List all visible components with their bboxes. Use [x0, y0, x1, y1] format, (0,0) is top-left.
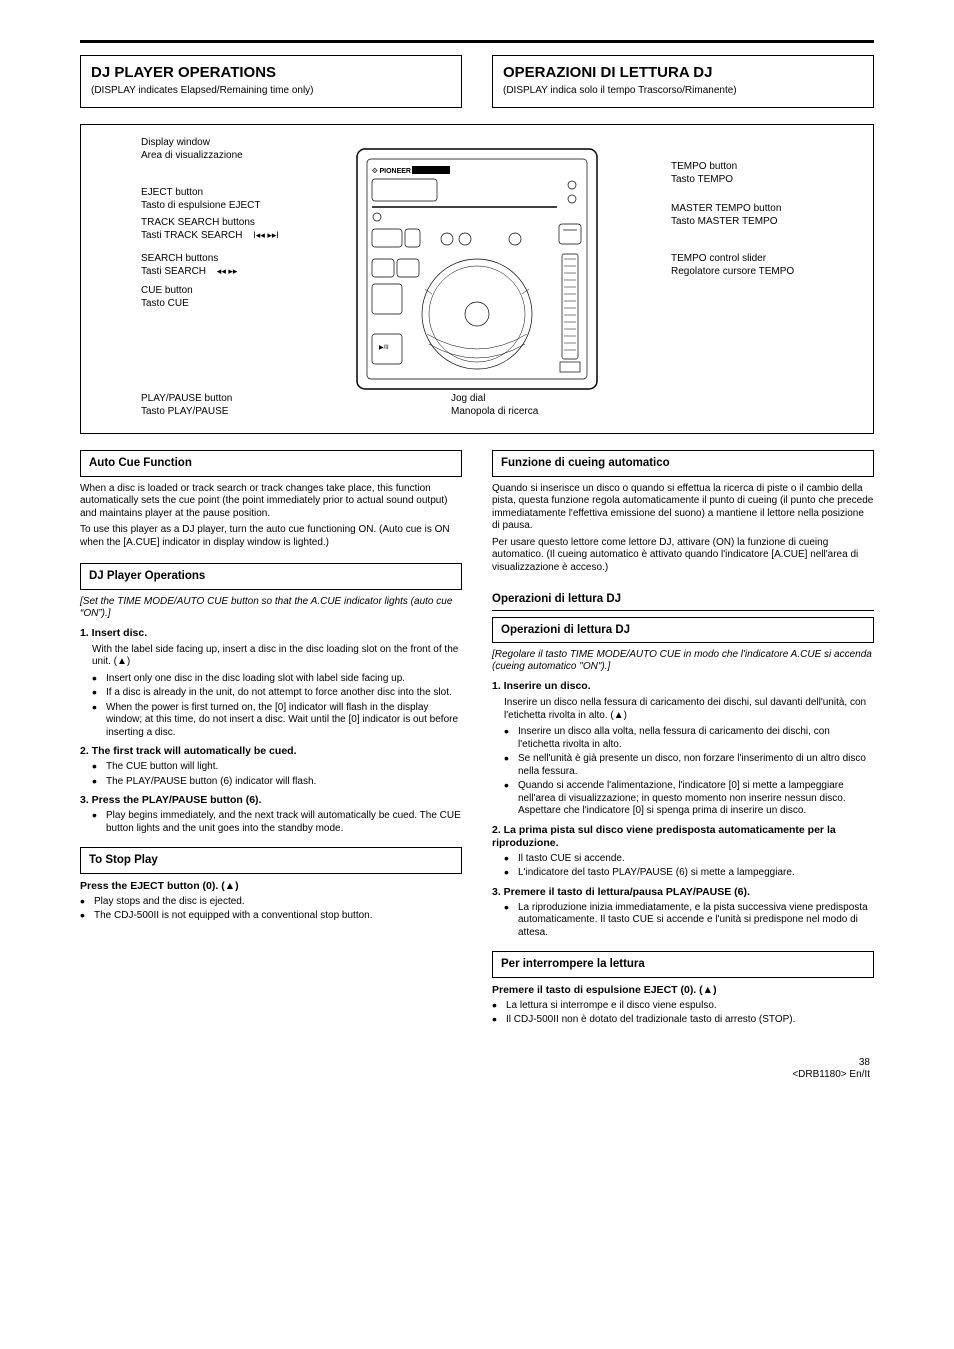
svg-text:▶/II: ▶/II — [379, 345, 389, 351]
list-item: La riproduzione inizia immediatamente, e… — [504, 902, 874, 940]
step-3-bullets-it: La riproduzione inizia immediatamente, e… — [504, 902, 874, 940]
stop-bullets-it: La lettura si interrompe e il disco vien… — [492, 1000, 874, 1027]
subhead-dj-ops: DJ Player Operations — [80, 563, 462, 589]
list-item: Se nell'unità è già presente un disco, n… — [504, 753, 874, 778]
label-playpause: PLAY/PAUSE button Tasto PLAY/PAUSE — [141, 393, 232, 418]
stop-step-it: Premere il tasto di espulsione EJECT (0)… — [492, 984, 874, 997]
label-search: SEARCH buttons Tasti SEARCH ◂◂ ▸▸ — [141, 253, 237, 278]
subhead-stop-it: Per interrompere la lettura — [492, 951, 874, 977]
list-item: The CUE button will light. — [92, 761, 462, 774]
list-item: The CDJ-500II is not equipped with a con… — [80, 910, 462, 923]
page-number: 38 — [859, 1057, 870, 1068]
step-1-it: 1. Inserire un disco. — [492, 680, 874, 693]
pre-dj-ops: [Set the TIME MODE/AUTO CUE button so th… — [80, 596, 462, 621]
para-auto-cue-2: To use this player as a DJ player, turn … — [80, 524, 462, 549]
para-auto-cue-it-2: Per usare questo lettore come lettore DJ… — [492, 537, 874, 575]
step-3-bullets: Play begins immediately, and the next tr… — [92, 810, 462, 835]
label-tempo-slider: TEMPO control slider Regolatore cursore … — [671, 253, 794, 278]
list-item: Il CDJ-500II non è dotato del tradiziona… — [492, 1014, 874, 1027]
stop-bullets: Play stops and the disc is ejected. The … — [80, 896, 462, 923]
subhead-dj-ops-it: Operazioni di lettura DJ — [492, 617, 874, 643]
subhead-auto-cue-it: Funzione di cueing automatico — [492, 450, 874, 476]
left-column: Auto Cue Function When a disc is loaded … — [80, 450, 462, 1029]
pre-dj-ops-it: [Regolare il tasto TIME MODE/AUTO CUE in… — [492, 649, 874, 674]
step-2: 2. The first track will automatically be… — [80, 745, 462, 758]
list-item: Inserire un disco alla volta, nella fess… — [504, 726, 874, 751]
list-item: Play stops and the disc is ejected. — [80, 896, 462, 909]
subhead-auto-cue: Auto Cue Function — [80, 450, 462, 476]
top-rule — [80, 40, 874, 43]
label-track-search: TRACK SEARCH buttons Tasti TRACK SEARCH … — [141, 217, 279, 242]
label-tempo-btn: TEMPO button Tasto TEMPO — [671, 161, 737, 186]
section-subtitle-left: (DISPLAY indicates Elapsed/Remaining tim… — [91, 85, 451, 98]
section-title-right: OPERAZIONI DI LETTURA DJ — [503, 64, 863, 83]
list-item: Insert only one disc in the disc loading… — [92, 673, 462, 686]
step-1: 1. Insert disc. — [80, 627, 462, 640]
step-2-bullets-it: Il tasto CUE si accende. L'indicatore de… — [504, 853, 874, 880]
right-column: Funzione di cueing automatico Quando si … — [492, 450, 874, 1029]
label-master-tempo: MASTER TEMPO button Tasto MASTER TEMPO — [671, 203, 781, 228]
page-root: DJ PLAYER OPERATIONS (DISPLAY indicates … — [0, 0, 954, 1112]
step-1-bullets-it: Inserire un disco alla volta, nella fess… — [504, 726, 874, 818]
step-3: 3. Press the PLAY/PAUSE button (6). — [80, 794, 462, 807]
section-header-row: DJ PLAYER OPERATIONS (DISPLAY indicates … — [80, 55, 874, 108]
list-item: La lettura si interrompe e il disco vien… — [492, 1000, 874, 1013]
list-item: When the power is first turned on, the [… — [92, 702, 462, 740]
para-auto-cue-it-1: Quando si inserisce un disco o quando si… — [492, 483, 874, 533]
list-item: The PLAY/PAUSE button (6) indicator will… — [92, 776, 462, 789]
step-3-it: 3. Premere il tasto di lettura/pausa PLA… — [492, 886, 874, 899]
page-footer: 38 <DRB1180> En/It — [80, 1057, 874, 1082]
step-1-bullets: Insert only one disc in the disc loading… — [92, 673, 462, 740]
section-title-left: DJ PLAYER OPERATIONS — [91, 64, 451, 83]
main-title-it: Operazioni di lettura DJ — [492, 588, 874, 610]
step-1-note: With the label side facing up, insert a … — [92, 644, 462, 669]
list-item: Play begins immediately, and the next tr… — [92, 810, 462, 835]
para-auto-cue-1: When a disc is loaded or track search or… — [80, 483, 462, 521]
label-cue: CUE button Tasto CUE — [141, 285, 193, 310]
device-diagram: ⟐ PIONEER ▶/II — [80, 124, 874, 434]
subhead-stop: To Stop Play — [80, 847, 462, 873]
step-2-it: 2. La prima pista sul disco viene predis… — [492, 824, 874, 850]
svg-text:⟐ PIONEER: ⟐ PIONEER — [372, 167, 411, 175]
text-columns: Auto Cue Function When a disc is loaded … — [80, 450, 874, 1029]
list-item: If a disc is already in the unit, do not… — [92, 687, 462, 700]
list-item: Quando si accende l'alimentazione, l'ind… — [504, 780, 874, 818]
cdj-device-svg: ⟐ PIONEER ▶/II — [347, 139, 607, 399]
label-jog: Jog dial Manopola di ricerca — [451, 393, 538, 418]
label-eject: EJECT button Tasto di espulsione EJECT — [141, 187, 261, 212]
stop-step: Press the EJECT button (0). (▲) — [80, 880, 462, 893]
label-display: Display window Area di visualizzazione — [141, 137, 243, 162]
section-subtitle-right: (DISPLAY indica solo il tempo Trascorso/… — [503, 85, 863, 98]
list-item: L'indicatore del tasto PLAY/PAUSE (6) si… — [504, 867, 874, 880]
page-ref: <DRB1180> En/It — [792, 1069, 870, 1080]
step-1-note-it: Inserire un disco nella fessura di caric… — [504, 697, 874, 722]
section-header-right: OPERAZIONI DI LETTURA DJ (DISPLAY indica… — [492, 55, 874, 108]
section-header-left: DJ PLAYER OPERATIONS (DISPLAY indicates … — [80, 55, 462, 108]
list-item: Il tasto CUE si accende. — [504, 853, 874, 866]
step-2-bullets: The CUE button will light. The PLAY/PAUS… — [92, 761, 462, 788]
